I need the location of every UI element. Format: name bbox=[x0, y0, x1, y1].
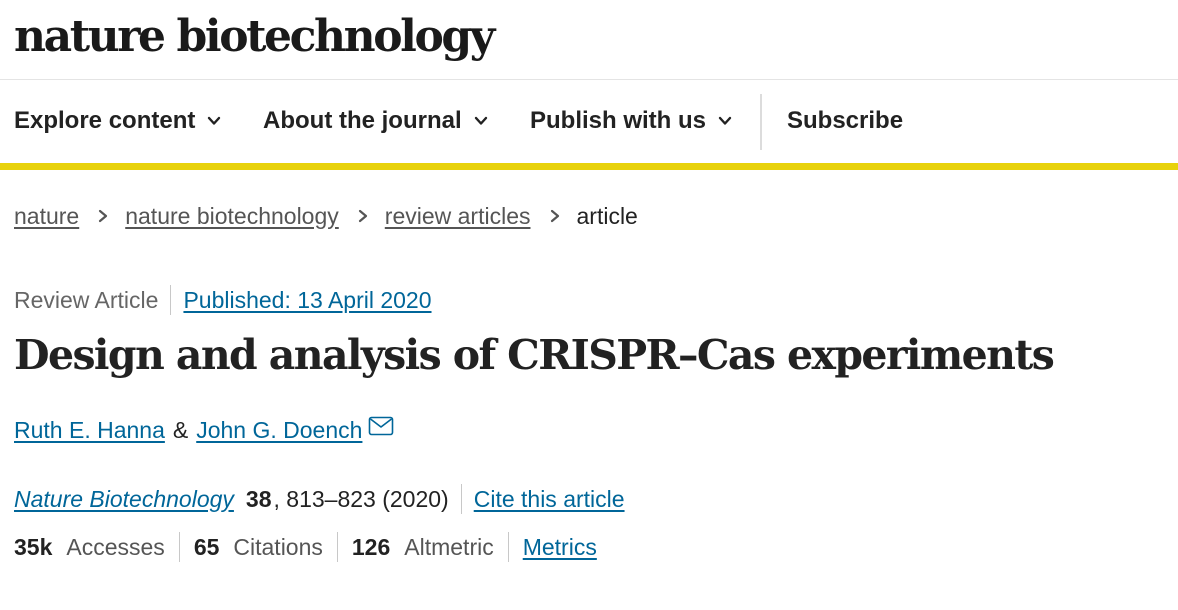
breadcrumb: nature nature biotechnology review artic… bbox=[14, 200, 638, 232]
citations-count: 65 bbox=[193, 533, 220, 560]
volume-number: 38 bbox=[245, 485, 272, 512]
article-metrics: 35k Accesses 65 Citations 126 Altmetric … bbox=[14, 530, 597, 564]
cite-this-article-link[interactable]: Cite this article bbox=[474, 486, 625, 513]
metrics-divider bbox=[178, 532, 180, 562]
author-link[interactable]: John G. Doench bbox=[196, 417, 362, 444]
chevron-right-icon bbox=[358, 209, 367, 223]
author-link[interactable]: Ruth E. Hanna bbox=[14, 417, 165, 444]
published-date-link[interactable]: Published: 13 April 2020 bbox=[183, 287, 431, 314]
chevron-down-icon bbox=[718, 116, 732, 125]
altmetric-score: 126 bbox=[351, 533, 391, 560]
site-header: nature biotechnology bbox=[0, 0, 1178, 80]
nav-subscribe[interactable]: Subscribe bbox=[787, 106, 903, 136]
citations-label: Citations bbox=[233, 533, 323, 560]
altmetric-label: Altmetric bbox=[404, 533, 494, 560]
breadcrumb-item-review-articles[interactable]: review articles bbox=[385, 203, 531, 230]
nav-publish-with-us[interactable]: Publish with us bbox=[530, 106, 732, 136]
page-range: , 813–823 (2020) bbox=[273, 485, 449, 512]
meta-divider bbox=[170, 285, 172, 315]
article-title: Design and analysis of CRISPR–Cas experi… bbox=[14, 331, 1055, 379]
metrics-divider bbox=[336, 532, 338, 562]
nav-about-journal-label: About the journal bbox=[263, 107, 462, 134]
author-list: Ruth E. Hanna & John G. Doench bbox=[14, 414, 394, 446]
breadcrumb-item-nature-biotechnology[interactable]: nature biotechnology bbox=[125, 203, 339, 230]
journal-logo[interactable]: nature biotechnology bbox=[14, 10, 495, 64]
metrics-divider bbox=[507, 532, 509, 562]
breadcrumb-current: article bbox=[576, 202, 638, 229]
chevron-right-icon bbox=[99, 209, 108, 223]
chevron-right-icon bbox=[550, 209, 559, 223]
breadcrumb-item-nature[interactable]: nature bbox=[14, 203, 79, 230]
journal-link[interactable]: Nature Biotechnology bbox=[14, 486, 234, 513]
chevron-down-icon bbox=[208, 116, 221, 125]
article-meta: Review Article Published: 13 April 2020 bbox=[14, 284, 432, 316]
article-type: Review Article bbox=[14, 286, 159, 313]
mail-icon[interactable] bbox=[368, 416, 394, 436]
metrics-link[interactable]: Metrics bbox=[523, 534, 597, 561]
nav-explore-content-label: Explore content bbox=[14, 107, 196, 134]
nav-subscribe-label: Subscribe bbox=[787, 107, 904, 134]
citation-divider bbox=[460, 484, 462, 514]
accesses-count: 35k bbox=[14, 533, 53, 560]
nav-divider bbox=[760, 94, 762, 150]
chevron-down-icon bbox=[474, 116, 487, 125]
nav-publish-with-us-label: Publish with us bbox=[530, 107, 707, 134]
nav-explore-content[interactable]: Explore content bbox=[14, 106, 221, 136]
citation-line: Nature Biotechnology 38 , 813–823 (2020)… bbox=[14, 482, 625, 516]
main-nav: Explore content About the journal Publis… bbox=[0, 80, 1178, 170]
nav-about-journal[interactable]: About the journal bbox=[263, 106, 488, 136]
accesses-label: Accesses bbox=[66, 533, 165, 560]
author-separator: & bbox=[172, 416, 189, 443]
